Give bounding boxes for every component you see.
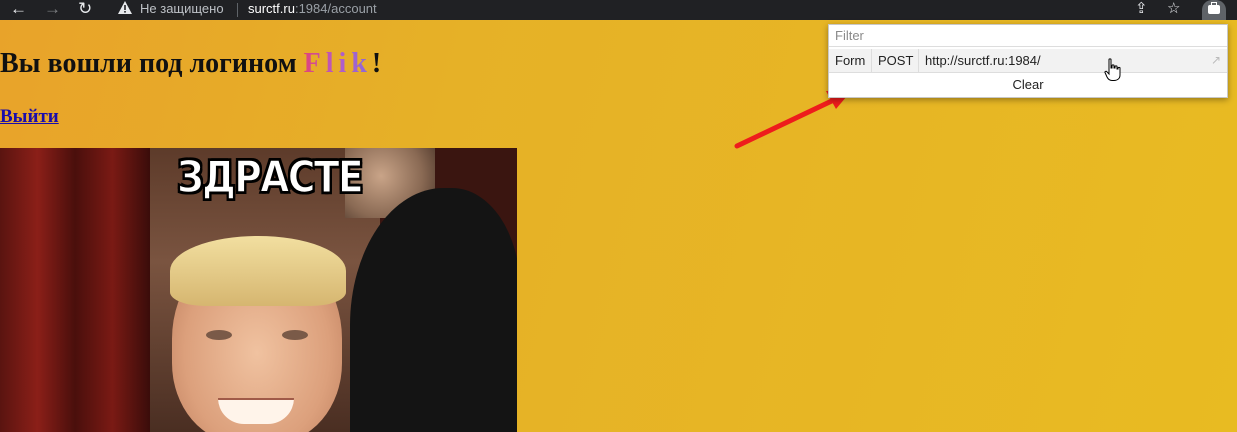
back-icon[interactable]: ← xyxy=(10,0,27,20)
address-separator xyxy=(237,3,238,17)
right-eye xyxy=(282,330,308,340)
share-icon[interactable]: ⇪ xyxy=(1135,0,1148,20)
url-text[interactable]: surctf.ru:1984/account xyxy=(248,0,377,18)
curtain-background xyxy=(0,148,150,432)
clear-button[interactable]: Clear xyxy=(829,73,1227,97)
login-name: Flik xyxy=(303,48,372,79)
meme-caption: ЗДРАСТЕ xyxy=(176,151,364,204)
not-secure-label[interactable]: Не защищено xyxy=(140,0,224,18)
request-method: POST xyxy=(872,49,919,72)
blond-hair xyxy=(170,236,346,306)
filter-input[interactable] xyxy=(829,25,1227,47)
request-capture-popup: Form POST http://surctf.ru:1984/ ↗ Clear xyxy=(828,24,1228,98)
browser-toolbar: ← → ↻ Не защищено surctf.ru:1984/account… xyxy=(0,0,1237,20)
left-eye xyxy=(206,330,232,340)
reload-icon[interactable]: ↻ xyxy=(78,0,92,20)
logout-link[interactable]: Выйти xyxy=(0,106,59,128)
url-path: :1984/account xyxy=(294,1,377,16)
warning-icon[interactable] xyxy=(118,1,132,19)
forward-icon[interactable]: → xyxy=(44,0,61,20)
url-host: surctf.ru xyxy=(248,1,295,16)
page-title: Вы вошли под логином Flik! xyxy=(0,48,381,80)
bookmark-star-icon[interactable]: ☆ xyxy=(1167,0,1180,20)
open-external-icon[interactable]: ↗ xyxy=(1211,49,1221,72)
address-bar[interactable]: Не защищено surctf.ru:1984/account xyxy=(106,0,1186,20)
request-type: Form xyxy=(829,49,872,72)
meme-image: ЗДРАСТЕ xyxy=(0,148,517,432)
heading-prefix: Вы вошли под логином xyxy=(0,48,304,79)
request-url[interactable]: http://surctf.ru:1984/ xyxy=(919,49,1209,72)
heading-suffix: ! xyxy=(371,48,382,79)
extension-button[interactable] xyxy=(1202,0,1226,20)
briefcase-icon xyxy=(1208,2,1220,14)
request-row[interactable]: Form POST http://surctf.ru:1984/ ↗ xyxy=(829,49,1227,73)
